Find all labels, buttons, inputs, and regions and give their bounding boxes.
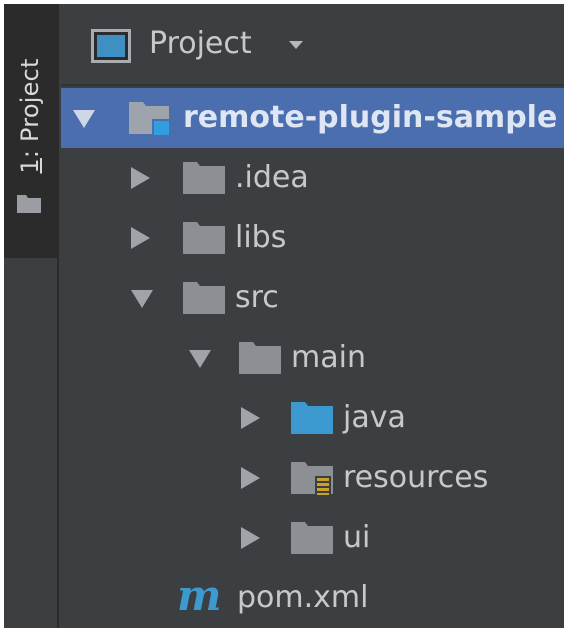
tree-node-main[interactable]: main [61,328,564,388]
expand-arrow-icon[interactable] [131,167,150,189]
tree-node-ui[interactable]: ui [61,508,564,568]
chevron-down-icon[interactable] [289,41,303,49]
folder-icon [17,195,41,213]
tree-node-idea[interactable]: .idea [61,148,564,208]
folder-icon [183,282,225,314]
tree-node-label: main [291,340,366,375]
folder-icon [239,342,281,374]
project-tool-tab[interactable]: 1: Project [4,4,57,258]
tree-node-remote-plugin-sample[interactable]: remote-plugin-sample [61,88,564,148]
maven-icon: m [177,571,222,620]
project-tool-window: 1: Project Project remote-plugin-sample [4,4,564,628]
tool-window-strip: 1: Project [4,4,59,628]
tree-node-label: java [343,400,406,435]
header-divider [61,84,564,86]
source-folder-icon [291,402,333,434]
expand-arrow-icon[interactable] [131,227,150,249]
folder-icon [183,162,225,194]
tree-node-label: src [235,280,279,315]
expand-arrow-icon[interactable] [241,467,260,489]
tree-node-resources[interactable]: resources [61,448,564,508]
module-folder-icon [129,102,171,137]
folder-icon [183,222,225,254]
project-panel: Project remote-plugin-sample .idea libs … [61,4,564,628]
tree-node-src[interactable]: src [61,268,564,328]
resources-folder-icon [291,462,333,496]
tree-node-label: remote-plugin-sample [183,100,558,135]
tree-node-pom-xml[interactable]: m pom.xml [61,568,564,628]
tree-node-label: .idea [235,160,309,195]
view-selector[interactable]: Project [149,24,252,64]
expand-arrow-icon[interactable] [241,527,260,549]
project-window-icon [91,29,131,63]
tree-node-label: pom.xml [237,580,369,615]
tree-node-libs[interactable]: libs [61,208,564,268]
collapse-arrow-icon[interactable] [131,290,153,308]
tree-node-label: ui [343,520,371,555]
collapse-arrow-icon[interactable] [73,110,95,128]
folder-icon [291,522,333,554]
project-tool-tab-label: 1: Project [16,58,44,174]
tree-node-label: resources [343,460,489,495]
expand-arrow-icon[interactable] [241,407,260,429]
collapse-arrow-icon[interactable] [189,350,211,368]
panel-header: Project [61,4,564,86]
tree-node-java[interactable]: java [61,388,564,448]
tree-node-label: libs [235,220,287,255]
